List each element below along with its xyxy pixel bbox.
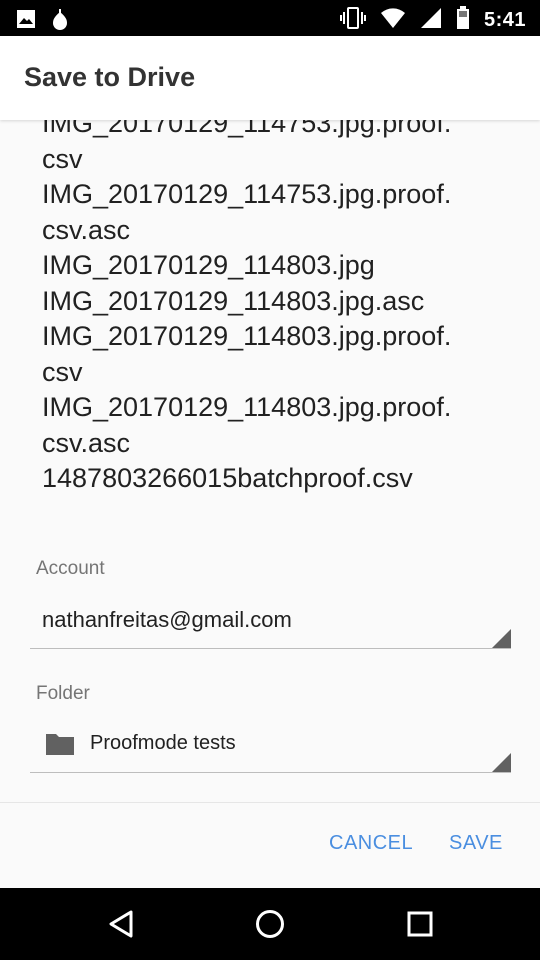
file-list-line: IMG_20170129_114803.jpg.proof. (42, 321, 452, 351)
notification-drop-icon (50, 8, 70, 35)
account-value[interactable]: nathanfreitas@gmail.com (42, 607, 292, 633)
status-bar: 5:41 (0, 0, 540, 36)
vibrate-icon (339, 7, 366, 34)
account-dropdown-arrow-icon[interactable] (491, 629, 511, 649)
file-list-line: csv.asc (42, 214, 131, 245)
image-icon (16, 9, 36, 34)
folder-underline (30, 772, 511, 773)
account-label: Account (36, 558, 105, 579)
file-list-line: IMG_20170129_114803.jpg.proof. (42, 392, 452, 422)
folder-label: Folder (36, 683, 90, 704)
cancel-button[interactable]: CANCEL (329, 832, 413, 855)
dialog-title-bar: Save to Drive (0, 36, 540, 120)
dialog-divider (0, 802, 540, 803)
status-bar-left (16, 8, 70, 35)
battery-icon (456, 6, 470, 35)
file-list-line: 1487803266015batchproof.csv (42, 463, 413, 493)
wifi-icon (380, 7, 406, 34)
status-time: 5:41 (483, 9, 526, 31)
back-icon[interactable] (108, 910, 134, 938)
navigation-bar (0, 888, 540, 960)
folder-value[interactable]: Proofmode tests (90, 732, 236, 755)
home-icon[interactable] (255, 909, 285, 939)
recents-icon[interactable] (407, 911, 433, 937)
folder-dropdown-arrow-icon[interactable] (491, 753, 511, 773)
file-list-content: IMG_20170129_114753.jpg.proof. csv IMG_201… (42, 108, 512, 497)
save-button[interactable]: SAVE (449, 832, 503, 855)
file-list-line: IMG_20170129_114803.jpg (42, 250, 375, 280)
file-list-line: IMG_20170129_114803.jpg.asc (42, 285, 425, 316)
file-list-line: csv (42, 356, 83, 387)
file-list[interactable]: IMG_20170129_114753.jpg.proof. csv IMG_201… (0, 108, 540, 503)
status-bar-right: 5:41 (339, 6, 526, 35)
signal-icon (420, 7, 442, 34)
file-list-line: csv (42, 143, 83, 174)
file-list-line: csv.asc (42, 427, 131, 458)
dialog-title: Save to Drive (24, 62, 196, 92)
folder-icon (44, 731, 76, 757)
file-list-line: IMG_20170129_114753.jpg.proof. (42, 179, 452, 209)
account-underline (30, 648, 511, 649)
